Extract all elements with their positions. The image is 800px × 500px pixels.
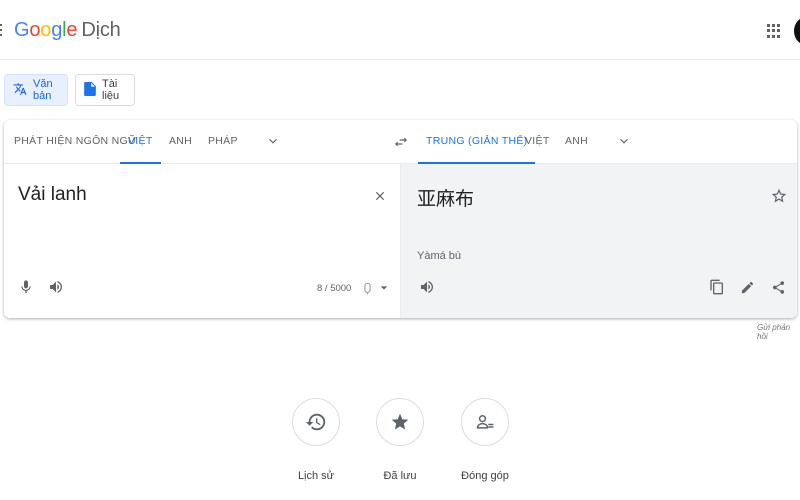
translate-icon — [13, 82, 27, 99]
document-mode-button[interactable]: Tài liệu — [75, 74, 135, 106]
chevron-down-icon[interactable] — [617, 134, 631, 148]
saved-circle[interactable] — [376, 398, 424, 446]
saved-label: Đã lưu — [383, 470, 417, 482]
top-bar: Google Dịch — [0, 0, 800, 60]
source-pane: Vải lanh 8 / 5000 — [4, 164, 400, 318]
apps-grid-icon[interactable] — [767, 24, 781, 38]
more-vert-icon[interactable] — [0, 24, 3, 36]
tab-target-vietnamese[interactable]: VIỆT — [525, 120, 550, 164]
logo-suffix: Dịch — [81, 19, 121, 41]
target-pane: 亚麻布 Yàmá bù — [400, 164, 797, 318]
contribute-label: Đóng góp — [461, 470, 509, 482]
language-bar: PHÁT HIỆN NGÔN NGỮ VIỆT ANH PHÁP TRUNG (… — [4, 120, 797, 164]
edit-icon[interactable] — [737, 277, 757, 297]
dropdown-arrow-icon[interactable] — [374, 278, 394, 298]
speaker-icon[interactable] — [417, 277, 437, 297]
speaker-icon[interactable] — [46, 277, 66, 297]
send-feedback-link[interactable]: Gửi phản hồi — [757, 323, 800, 341]
history-button[interactable]: Lịch sử — [281, 398, 351, 482]
chevron-down-icon[interactable] — [266, 134, 280, 148]
tab-target-chinese-simplified[interactable]: TRUNG (GIẢN THỂ) — [418, 120, 536, 164]
community-icon — [476, 415, 494, 429]
tab-detect-language[interactable]: PHÁT HIỆN NGÔN NGỮ — [14, 120, 137, 164]
translation-card: PHÁT HIỆN NGÔN NGỮ VIỆT ANH PHÁP TRUNG (… — [4, 120, 797, 318]
star-icon[interactable] — [769, 186, 789, 206]
google-translate-logo[interactable]: Google Dịch — [14, 19, 121, 42]
history-circle[interactable] — [292, 398, 340, 446]
microphone-icon[interactable] — [16, 277, 36, 297]
clear-icon[interactable] — [370, 186, 390, 206]
tab-source-vietnamese[interactable]: VIỆT — [120, 120, 161, 164]
romanization-text: Yàmá bù — [417, 250, 462, 262]
history-label: Lịch sử — [297, 470, 335, 482]
tab-target-english[interactable]: ANH — [565, 120, 588, 164]
text-mode-label: Văn bản — [33, 78, 53, 102]
swap-languages-icon[interactable] — [393, 134, 409, 150]
star-icon — [391, 413, 409, 430]
copy-icon[interactable] — [707, 277, 727, 297]
avatar[interactable] — [794, 17, 800, 45]
translation-output: 亚麻布 — [417, 189, 475, 210]
tab-source-french[interactable]: PHÁP — [208, 120, 238, 164]
text-mode-button[interactable]: Văn bản — [4, 74, 68, 106]
saved-button[interactable]: Đã lưu — [365, 398, 435, 482]
history-icon — [305, 413, 326, 431]
document-icon — [84, 81, 96, 99]
share-icon[interactable] — [768, 277, 788, 297]
tab-source-english[interactable]: ANH — [169, 120, 192, 164]
character-count: 8 / 5000 — [317, 283, 352, 294]
document-mode-label: Tài liệu — [102, 78, 120, 102]
contribute-button[interactable]: Đóng góp — [450, 398, 520, 482]
contribute-circle[interactable] — [461, 398, 509, 446]
source-input[interactable]: Vải lanh — [18, 184, 87, 206]
